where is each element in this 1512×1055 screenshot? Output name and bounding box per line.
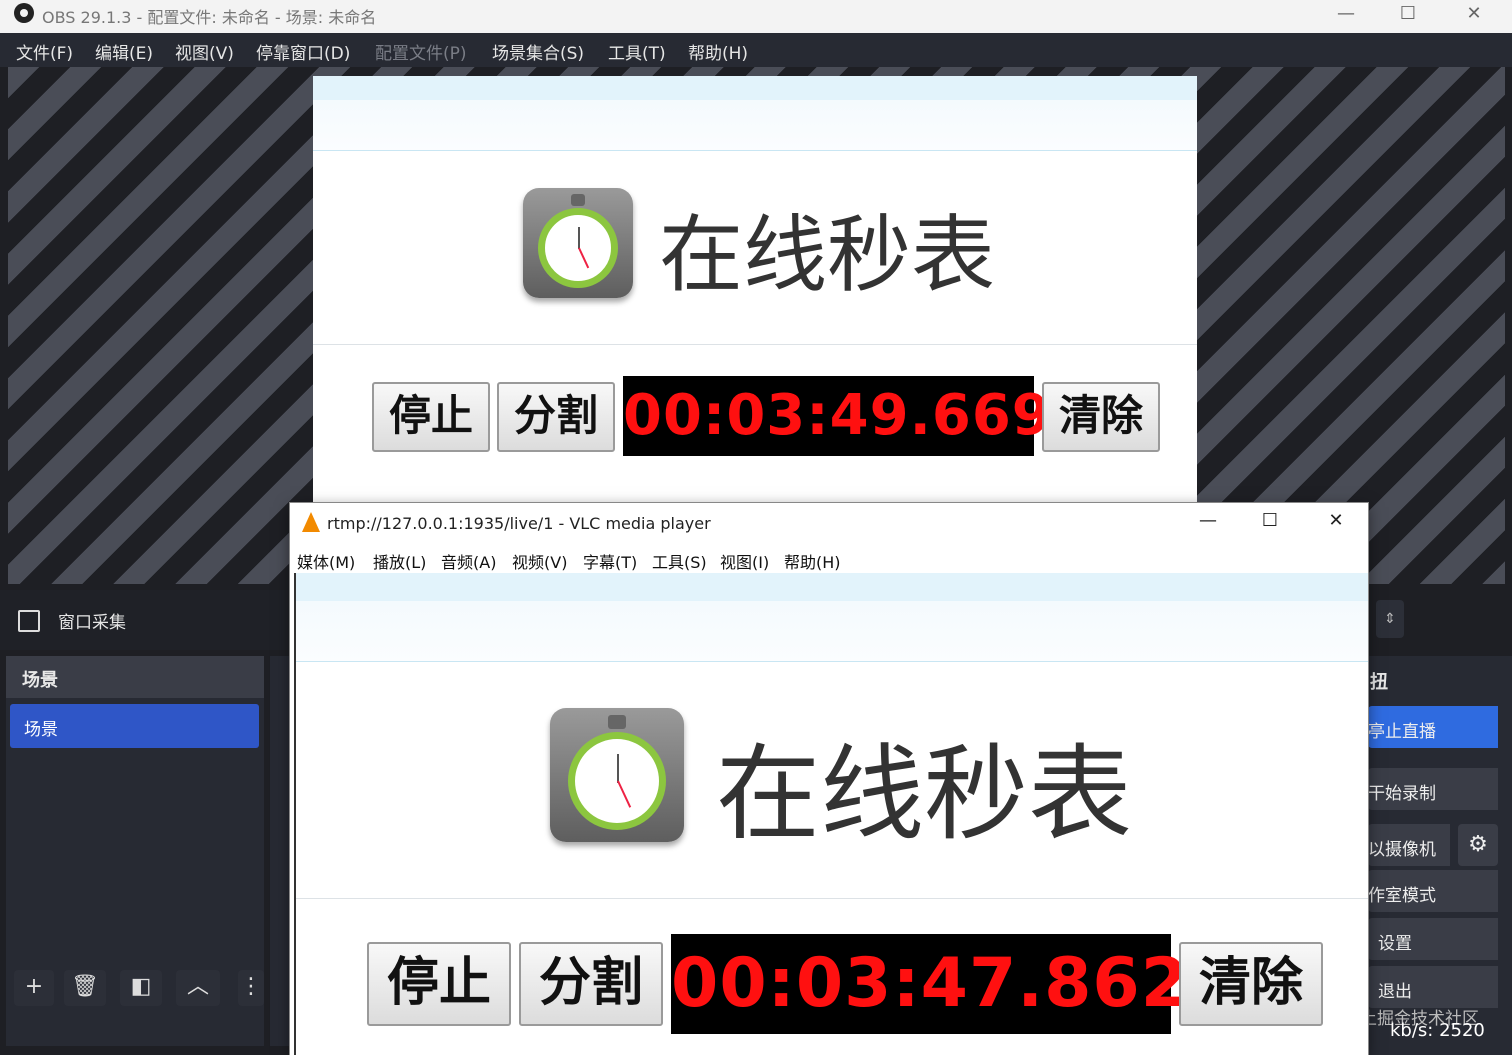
vlc-menu-audio[interactable]: 音频(A) [441,549,496,573]
menu-profile[interactable]: 配置文件(P) [375,39,467,64]
vlc-menu-playback[interactable]: 播放(L) [373,549,426,573]
menu-help[interactable]: 帮助(H) [688,39,748,64]
menu-view[interactable]: 视图(V) [175,39,234,64]
exit-label: 退出 [1378,982,1412,1002]
add-icon[interactable]: + [14,970,54,1006]
start-recording-label: 干始录制 [1368,784,1436,804]
vlc-window-title: rtmp://127.0.0.1:1935/live/1 - VLC media… [327,514,711,533]
vlc-video-area[interactable]: 在线秒表 停止 分割 00:03:47.862 清除 [294,573,1368,1055]
menu-docks[interactable]: 停靠窗口(D) [256,39,350,64]
divider [313,344,1197,345]
clear-button[interactable]: 清除 [1042,382,1160,452]
obs-window-title: OBS 29.1.3 - 配置文件: 未命名 - 场景: 未命名 [42,8,377,27]
split-button[interactable]: 分割 [519,942,663,1026]
vlc-menu-help[interactable]: 帮助(H) [784,549,841,573]
timer-display: 00:03:47.862 [671,934,1188,1034]
gear-icon[interactable]: ⚙ [1458,824,1498,866]
vlc-menu-view[interactable]: 视图(I) [720,549,769,573]
chevron-updown-icon[interactable]: ⇕ [1376,600,1404,638]
close-icon[interactable]: ✕ [1306,507,1366,537]
controls-panel: 扭 亭止直播 干始录制 以摄像机 ⚙ 作室模式 设置 退出 [1368,656,1512,1055]
stopwatch-icon [523,188,633,298]
timer-display: 00:03:49.669 [623,376,1051,456]
filter-icon[interactable]: ◧ [120,970,162,1006]
vlc-titlebar: rtmp://127.0.0.1:1935/live/1 - VLC media… [290,503,1368,541]
vlc-menubar: 媒体(M) 播放(L) 音频(A) 视频(V) 字幕(T) 工具(S) 视图(I… [290,541,1368,575]
scene-item-label: 场景 [24,720,58,740]
controls-header: 扭 [1370,672,1388,693]
preview-capture: 在线秒表 停止 分割 00:03:49.669 清除 [313,76,1197,506]
vlc-menu-tools[interactable]: 工具(S) [652,549,707,573]
clear-button[interactable]: 清除 [1179,942,1323,1026]
close-icon[interactable]: ✕ [1444,0,1504,30]
scene-item[interactable]: 场景 [10,704,259,748]
obs-titlebar: OBS 29.1.3 - 配置文件: 未命名 - 场景: 未命名 — ☐ ✕ [0,0,1512,33]
vlc-cone-icon [302,512,320,532]
vlc-menu-video[interactable]: 视频(V) [512,549,567,573]
page-header-band [313,76,1197,100]
minimize-icon[interactable]: — [1178,507,1238,537]
stopwatch-title: 在线秒表 [716,733,1133,855]
stop-streaming-button[interactable]: 亭止直播 [1368,706,1498,748]
exit-button[interactable]: 退出 [1368,966,1498,1008]
source-toolbar: 窗口采集 [0,590,290,650]
source-label: 窗口采集 [58,613,126,633]
scenes-header: 场景 [6,656,264,698]
studio-mode-label: 作室模式 [1368,886,1436,906]
page-nav-band [313,100,1197,151]
sources-panel-edge [270,656,290,1046]
virtual-camera-label: 以摄像机 [1368,840,1436,860]
trash-icon[interactable]: 🗑 [64,970,106,1006]
menu-edit[interactable]: 编辑(E) [95,39,153,64]
page-nav-band [296,601,1368,662]
divider [296,898,1368,899]
virtual-camera-button[interactable]: 以摄像机 [1368,824,1450,866]
maximize-icon[interactable]: ☐ [1240,507,1300,537]
settings-button[interactable]: 设置 [1368,918,1498,960]
minimize-icon[interactable]: — [1316,0,1376,30]
menu-file[interactable]: 文件(F) [16,39,73,64]
vlc-window: rtmp://127.0.0.1:1935/live/1 - VLC media… [290,503,1368,1055]
settings-label: 设置 [1378,934,1412,954]
scenes-header-label: 场景 [22,670,58,691]
menu-scene-collection[interactable]: 场景集合(S) [492,39,584,64]
vlc-menu-subtitle[interactable]: 字幕(T) [583,549,637,573]
split-button[interactable]: 分割 [497,382,615,452]
stopwatch-title: 在线秒表 [659,206,996,304]
stop-button[interactable]: 停止 [367,942,511,1026]
menu-tools[interactable]: 工具(T) [608,39,666,64]
stopwatch-icon [550,708,684,842]
page-header-band [296,573,1368,601]
stop-button[interactable]: 停止 [372,382,490,452]
window-capture-icon [18,610,40,632]
start-recording-button[interactable]: 干始录制 [1368,768,1498,810]
more-icon[interactable]: ⋮ [238,970,264,1006]
obs-menubar: 文件(F) 编辑(E) 视图(V) 停靠窗口(D) 配置文件(P) 场景集合(S… [0,33,1512,67]
stop-streaming-label: 亭止直播 [1368,722,1436,742]
obs-logo-icon [14,3,34,23]
maximize-icon[interactable]: ☐ [1378,0,1438,30]
vlc-menu-media[interactable]: 媒体(M) [297,549,355,573]
chevron-up-icon[interactable]: ︿ [176,970,220,1006]
bitrate-status: kb/s: 2520 [1390,1020,1485,1041]
studio-mode-button[interactable]: 作室模式 [1368,870,1498,912]
